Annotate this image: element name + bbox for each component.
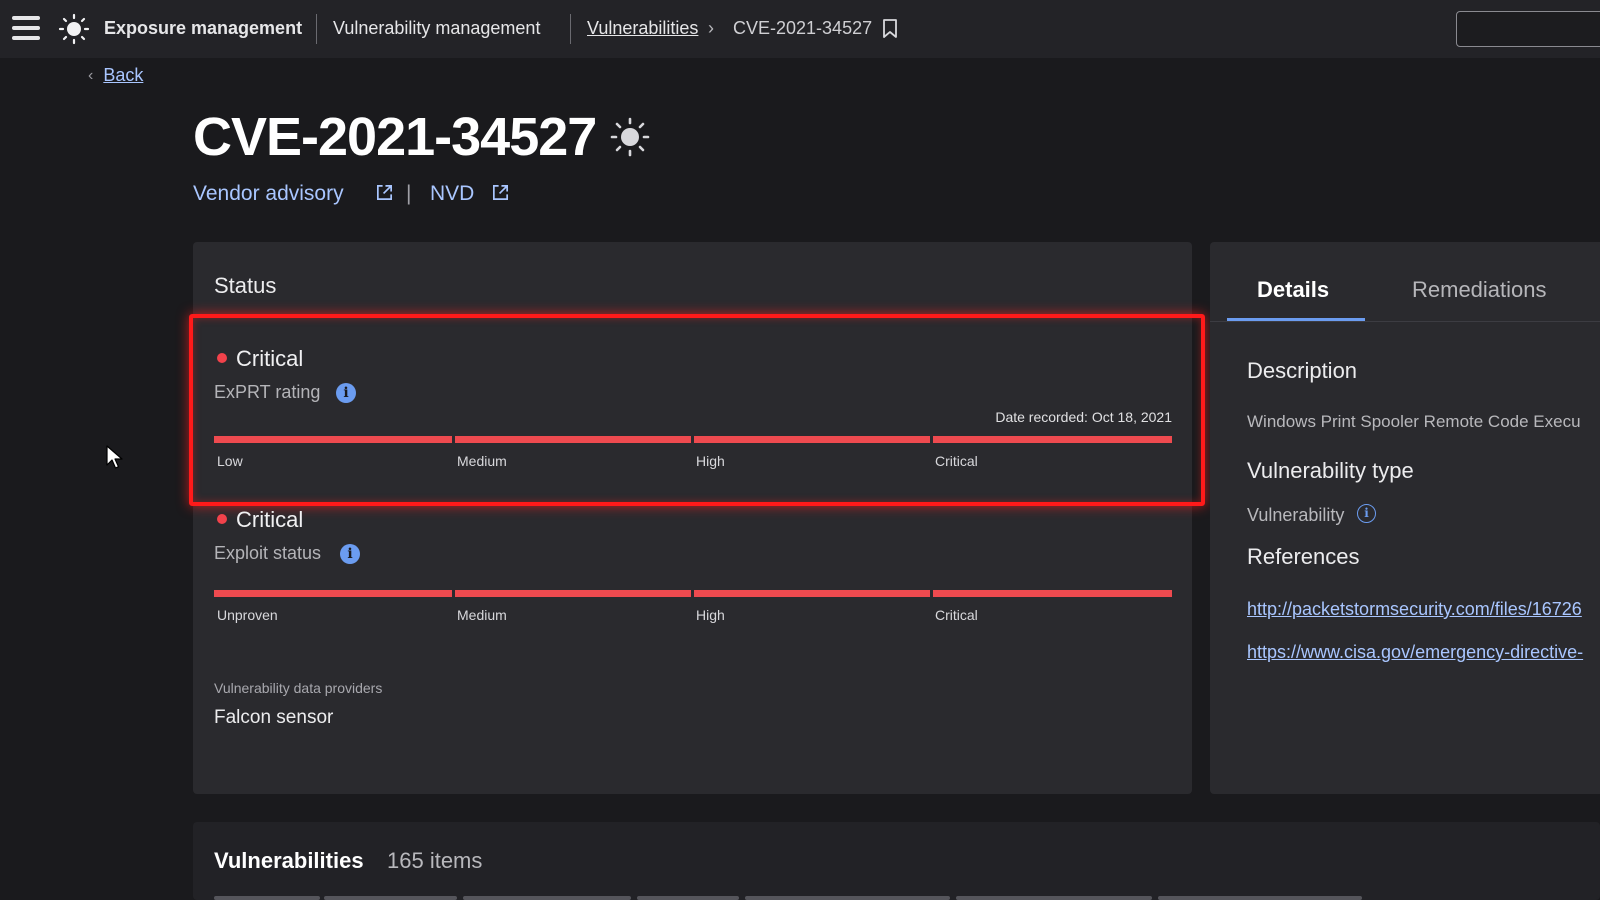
providers-value: Falcon sensor bbox=[214, 707, 334, 728]
description-heading: Description bbox=[1247, 358, 1358, 383]
scale-label: High bbox=[696, 607, 725, 623]
exploit-level: Critical bbox=[236, 507, 304, 532]
tab-details[interactable]: Details bbox=[1257, 277, 1329, 303]
separator: | bbox=[406, 182, 412, 205]
scale-label: Critical bbox=[935, 607, 978, 623]
section-title[interactable]: Vulnerability management bbox=[333, 18, 540, 39]
filter-chip[interactable] bbox=[324, 896, 457, 900]
top-bar: Exposure management Vulnerability manage… bbox=[0, 0, 1600, 58]
vuln-type-heading: Vulnerability type bbox=[1247, 458, 1414, 483]
filter-chip[interactable] bbox=[463, 896, 631, 900]
list-count: 165 items bbox=[387, 848, 483, 873]
filter-chip[interactable] bbox=[637, 896, 739, 900]
chevron-left-icon: ‹ bbox=[88, 66, 94, 84]
search-input[interactable] bbox=[1456, 11, 1600, 47]
scale-segment bbox=[694, 590, 930, 597]
back-label[interactable]: Back bbox=[103, 65, 143, 86]
divider bbox=[570, 14, 571, 44]
vendor-advisory-link[interactable]: Vendor advisory bbox=[193, 182, 344, 206]
scale-segment bbox=[214, 590, 452, 597]
reference-link[interactable]: https://www.cisa.gov/emergency-directive… bbox=[1247, 642, 1600, 663]
breadcrumb-current: CVE-2021-34527 bbox=[733, 18, 873, 38]
menu-icon[interactable] bbox=[12, 16, 40, 42]
tab-divider bbox=[1210, 321, 1600, 322]
info-icon[interactable]: i bbox=[340, 544, 360, 564]
nvd-link[interactable]: NVD bbox=[430, 182, 474, 206]
scale-label: Medium bbox=[457, 607, 507, 623]
filter-chip[interactable] bbox=[1158, 896, 1362, 900]
back-link[interactable]: ‹ Back bbox=[88, 65, 143, 86]
mouse-cursor-icon bbox=[106, 445, 123, 469]
bookmark-icon[interactable] bbox=[882, 19, 898, 39]
app-title[interactable]: Exposure management bbox=[104, 18, 302, 39]
highlight-box bbox=[189, 314, 1205, 506]
vuln-type-value: Vulnerability bbox=[1247, 505, 1345, 525]
providers-heading: Vulnerability data providers bbox=[214, 680, 383, 696]
description-text: Windows Print Spooler Remote Code Execu bbox=[1247, 412, 1581, 431]
divider bbox=[316, 14, 317, 44]
chevron-right-icon: › bbox=[708, 18, 714, 38]
references-heading: References bbox=[1247, 544, 1360, 569]
scale-segment bbox=[933, 590, 1172, 597]
list-title: Vulnerabilities bbox=[214, 848, 364, 873]
breadcrumb-vulnerabilities[interactable]: Vulnerabilities bbox=[587, 18, 698, 39]
status-heading: Status bbox=[214, 273, 277, 298]
page-title: CVE-2021-34527 bbox=[193, 107, 597, 167]
scale-segment bbox=[455, 590, 691, 597]
external-link-icon[interactable] bbox=[375, 183, 394, 202]
exploit-label: Exploit status bbox=[214, 543, 322, 563]
external-link-icon[interactable] bbox=[491, 183, 510, 202]
filter-chip[interactable] bbox=[214, 896, 320, 900]
scale-label: Unproven bbox=[217, 607, 278, 623]
sun-logo-icon bbox=[58, 13, 90, 45]
filter-chip[interactable] bbox=[745, 896, 950, 900]
critical-dot-icon bbox=[217, 514, 227, 524]
sun-icon bbox=[610, 117, 650, 157]
active-tab-indicator bbox=[1227, 318, 1365, 321]
filter-chip[interactable] bbox=[956, 896, 1152, 900]
info-icon[interactable]: i bbox=[1357, 504, 1376, 523]
reference-link[interactable]: http://packetstormsecurity.com/files/167… bbox=[1247, 599, 1600, 620]
tab-remediations[interactable]: Remediations bbox=[1412, 277, 1547, 303]
